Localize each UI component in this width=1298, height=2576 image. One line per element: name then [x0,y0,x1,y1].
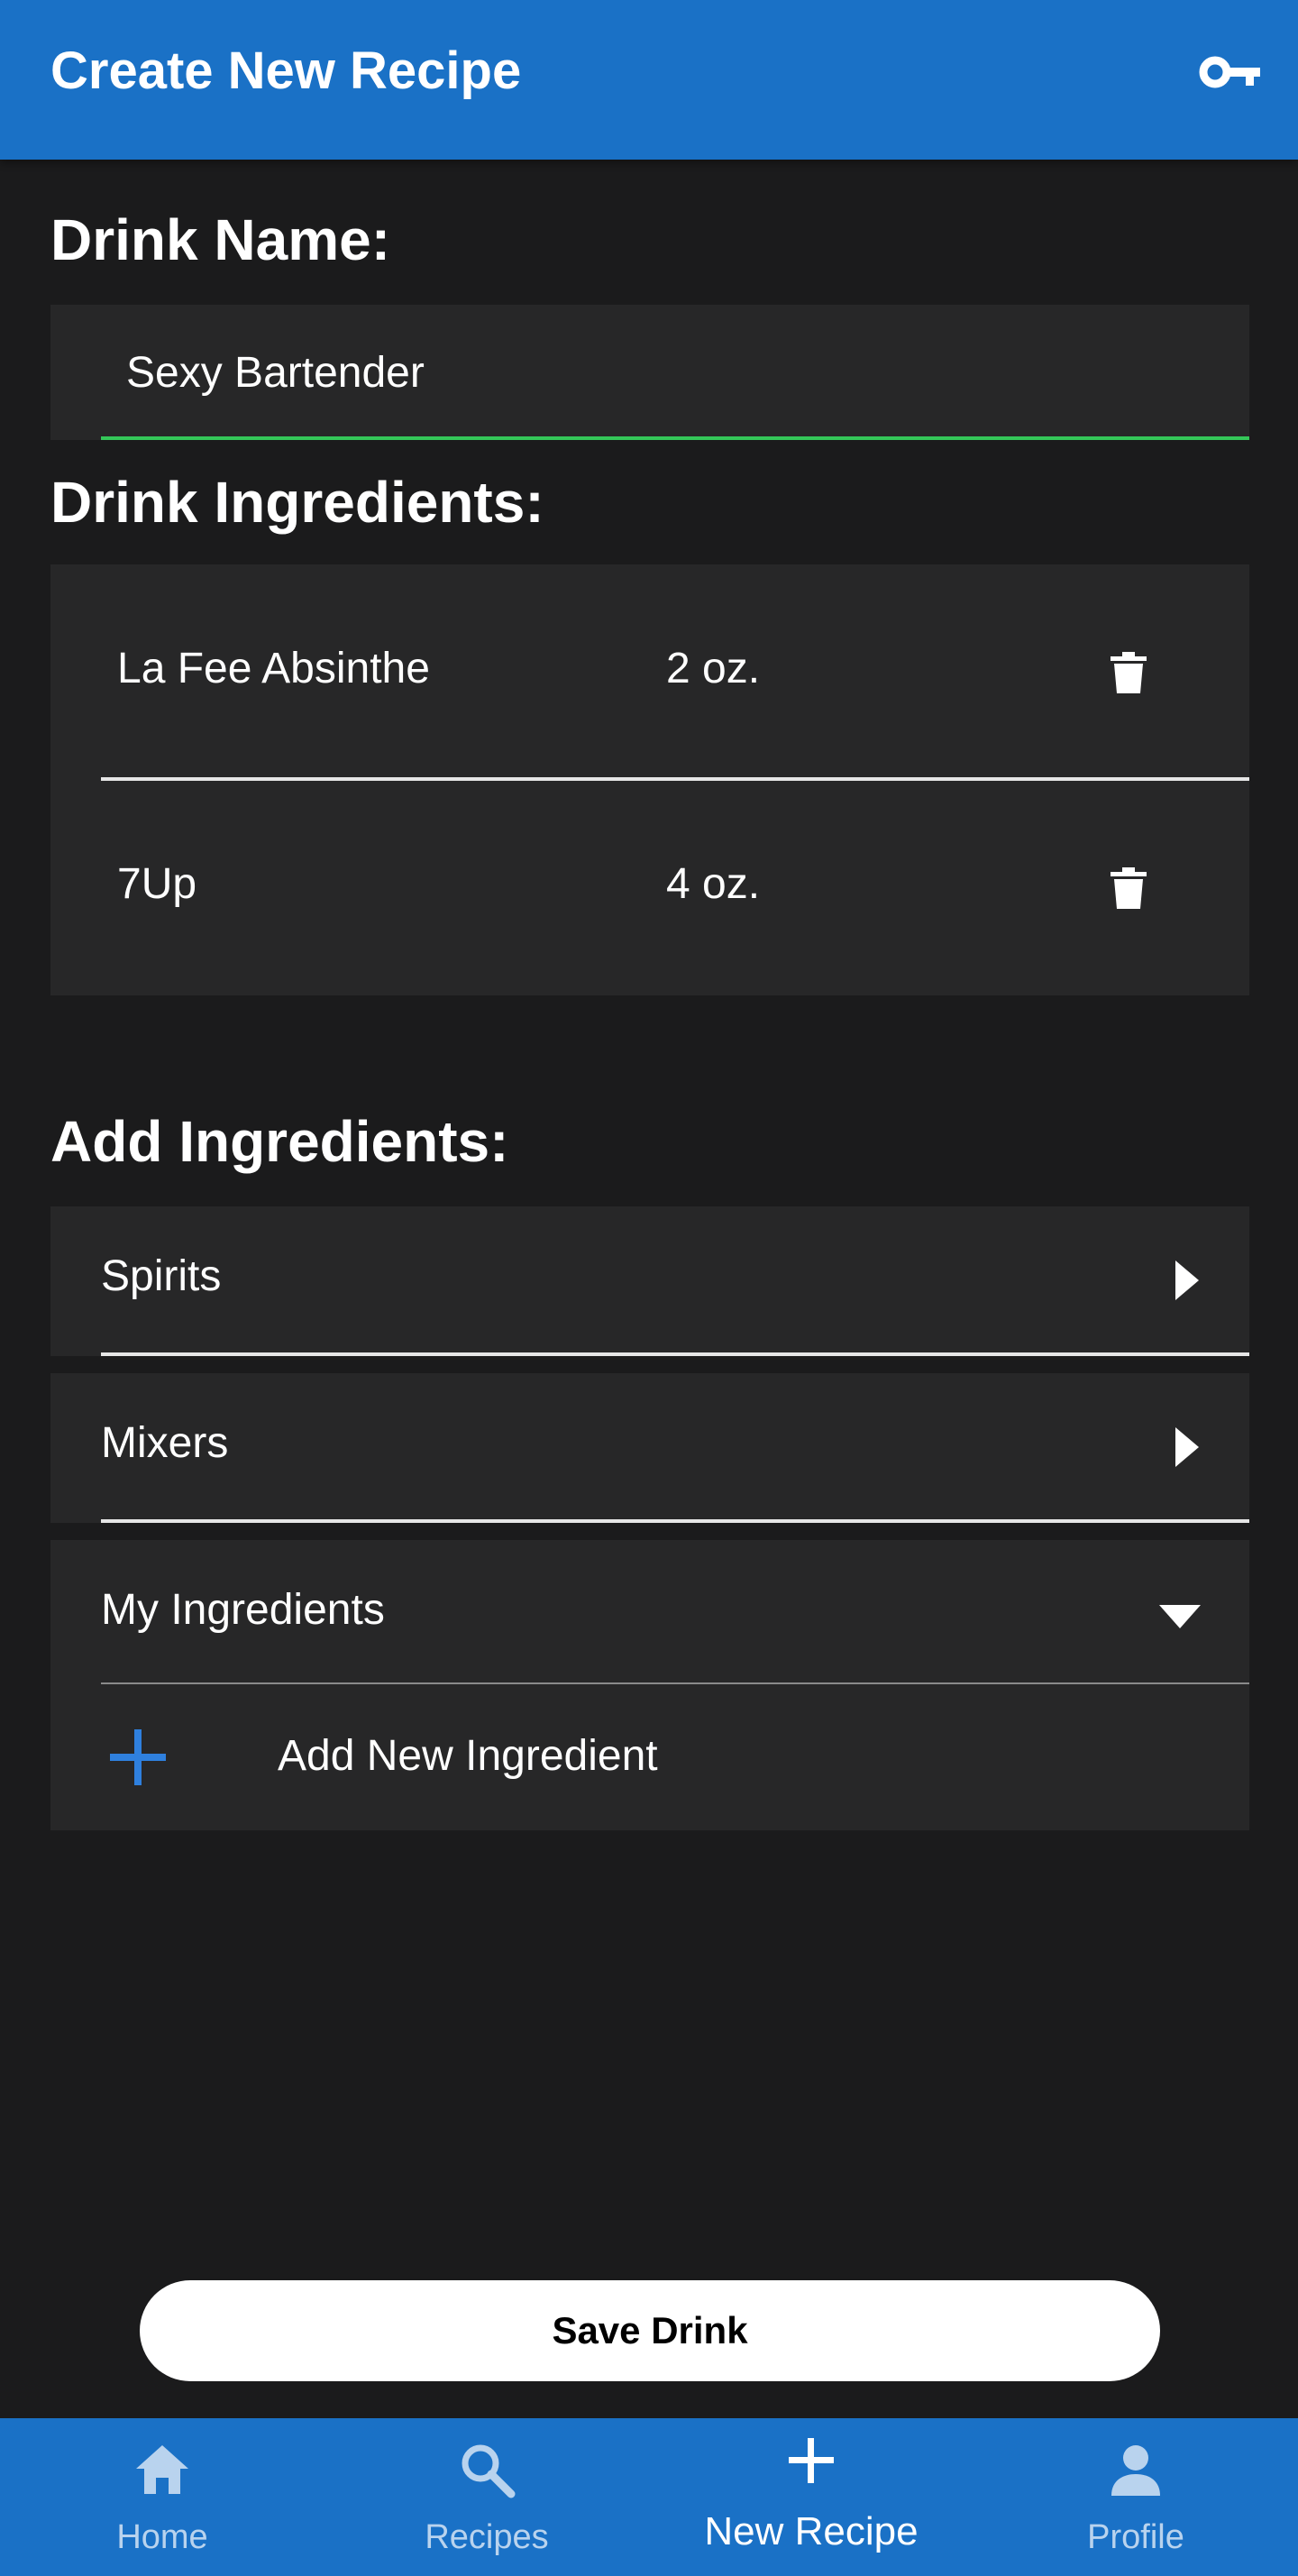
drink-name-input[interactable] [126,341,1118,404]
category-spirits[interactable]: Spirits [50,1206,1249,1356]
search-icon [462,2444,516,2498]
ingredient-amount: 4 oz. [666,860,761,908]
page-title: Create New Recipe [50,41,522,100]
trash-icon[interactable] [1111,652,1147,693]
drink-ingredients-heading: Drink Ingredients: [50,470,544,535]
category-label: My Ingredients [101,1586,385,1634]
category-label: Spirits [101,1252,222,1300]
key-icon[interactable] [1199,50,1262,95]
caret-right-icon [1175,1260,1199,1300]
category-label: Mixers [101,1419,229,1467]
drink-name-field[interactable] [50,305,1249,440]
plus-icon [110,1729,166,1785]
ingredient-list: La Fee Absinthe 2 oz. 7Up 4 oz. [50,564,1249,995]
category-divider [101,1352,1249,1356]
nav-recipes[interactable]: Recipes [324,2418,649,2576]
category-divider [101,1519,1249,1523]
trash-icon[interactable] [1111,867,1147,909]
nav-label: Recipes [425,2518,549,2556]
add-new-ingredient-label: Add New Ingredient [278,1732,658,1780]
app-bar: Create New Recipe [0,0,1298,160]
category-my-ingredients[interactable]: My Ingredients [50,1540,1249,1684]
nav-profile[interactable]: Profile [974,2418,1298,2576]
person-icon [1111,2445,1160,2496]
add-ingredients-heading: Add Ingredients: [50,1109,509,1174]
add-new-ingredient-button[interactable]: Add New Ingredient [50,1684,1249,1830]
nav-label: New Recipe [704,2509,919,2553]
category-mixers[interactable]: Mixers [50,1373,1249,1523]
nav-label: Profile [1087,2518,1184,2556]
drink-name-underline [101,436,1249,440]
ingredient-name: La Fee Absinthe [117,645,430,692]
save-drink-button[interactable]: Save Drink [140,2280,1160,2381]
nav-home[interactable]: Home [0,2418,324,2576]
nav-new-recipe[interactable]: New Recipe [649,2418,974,2576]
ingredient-row: 7Up 4 oz. [50,780,1249,995]
caret-right-icon [1175,1427,1199,1467]
bottom-nav: Home Recipes New Recipe Profile [0,2418,1298,2576]
ingredient-name: 7Up [117,860,197,908]
plus-icon [789,2438,834,2483]
home-icon [136,2445,188,2494]
ingredient-amount: 2 oz. [666,645,761,692]
caret-down-icon [1159,1605,1201,1628]
ingredient-row: La Fee Absinthe 2 oz. [50,564,1249,781]
nav-label: Home [116,2518,208,2556]
drink-name-heading: Drink Name: [50,207,390,272]
